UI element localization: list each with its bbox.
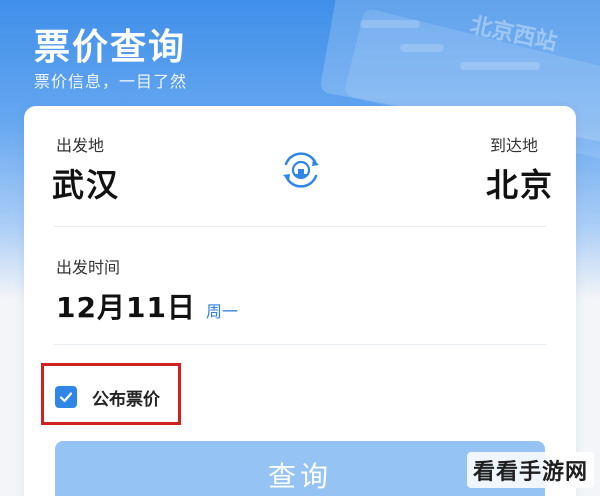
ticket-line — [400, 44, 444, 52]
ticket-line — [360, 20, 420, 28]
departure-label: 出发时间 — [56, 258, 121, 277]
from-city[interactable]: 武汉 — [52, 160, 120, 206]
query-button-label: 查询 — [267, 460, 332, 493]
to-city[interactable]: 北京 — [486, 160, 554, 206]
checkmark-icon — [59, 392, 73, 403]
public-fare-checkbox[interactable] — [55, 386, 77, 408]
app-screen: 北京西站 票价查询 票价信息，一目了然 出发地 武汉 到达地 北京 出发时间 1… — [0, 0, 600, 496]
divider — [54, 226, 546, 227]
divider — [54, 344, 546, 345]
departure-weekday: 周一 — [205, 302, 238, 321]
page-title: 票价查询 — [34, 27, 187, 68]
from-label: 出发地 — [56, 136, 105, 155]
departure-date: 12月11日 — [56, 291, 196, 324]
site-watermark: 看看手游网 — [466, 452, 594, 488]
railway-logo-swap-icon — [283, 152, 319, 188]
to-label: 到达地 — [490, 136, 539, 155]
swap-stations-button[interactable] — [278, 150, 324, 190]
ticket-line — [460, 62, 540, 70]
page-subtitle: 票价信息，一目了然 — [34, 72, 188, 91]
departure-date-picker[interactable]: 12月11日 周一 — [56, 286, 238, 326]
public-fare-label[interactable]: 公布票价 — [92, 385, 160, 410]
